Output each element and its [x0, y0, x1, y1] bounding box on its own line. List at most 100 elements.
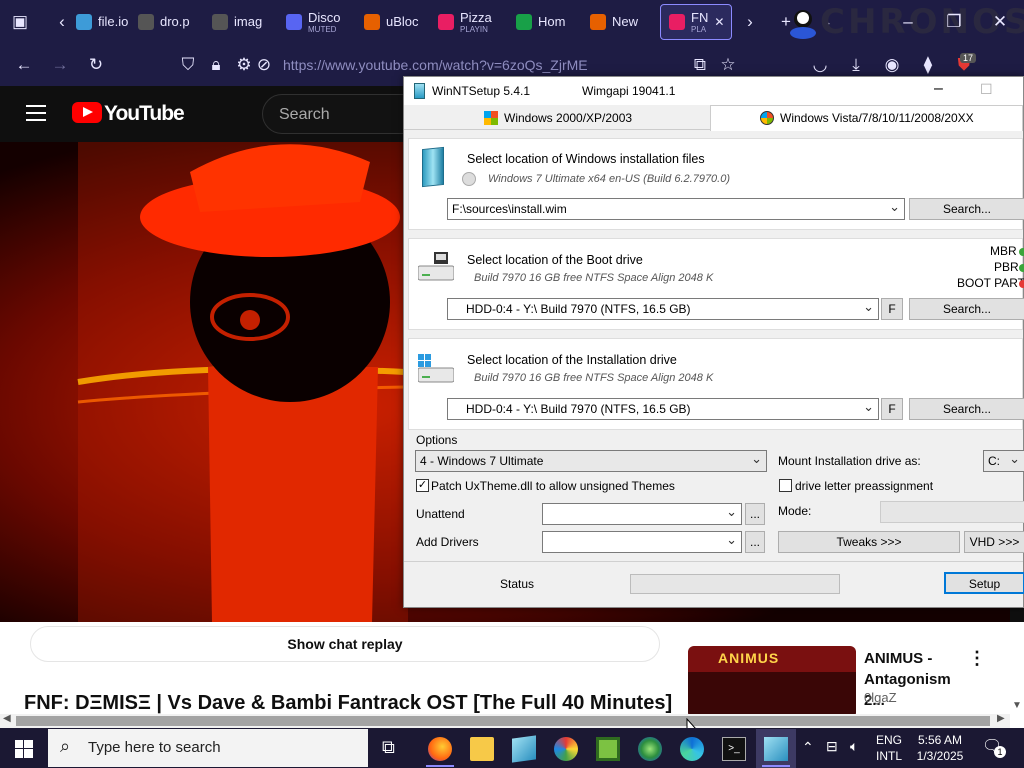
menu-icon[interactable] — [26, 105, 46, 121]
scroll-right-icon[interactable]: ▶ — [997, 713, 1005, 724]
lock-icon[interactable]: 🔒︎ — [206, 55, 226, 75]
install-wim-select[interactable]: F:\sources\install.wim — [447, 198, 905, 220]
tab-windows-2000[interactable]: Windows 2000/XP/2003 — [484, 106, 632, 130]
downloads-icon[interactable]: ⤓ — [846, 55, 866, 75]
browser-tab[interactable]: FN PLA ✕ — [660, 4, 732, 40]
browser-tab[interactable]: uBloc — [364, 4, 432, 40]
drivers-browse-button[interactable]: ... — [745, 531, 765, 553]
unattend-browse-button[interactable]: ... — [745, 503, 765, 525]
browser-tab[interactable]: dro.p — [138, 4, 204, 40]
clock-time[interactable]: 5:56 AM — [908, 733, 972, 747]
scroll-left-icon[interactable]: ◀ — [3, 713, 11, 724]
permissions-icon[interactable]: ⚙ — [234, 55, 254, 75]
drivers-select[interactable] — [542, 531, 742, 553]
search-button-2[interactable]: Search... — [909, 298, 1024, 320]
search-icon: ⌕ — [60, 736, 71, 756]
bookmark-star-icon[interactable]: ☆ — [718, 55, 738, 75]
picture-in-picture-icon[interactable]: ⧉ — [690, 55, 710, 75]
add-drivers-label: Add Drivers — [416, 535, 479, 549]
network-icon[interactable]: ⊟ — [826, 738, 838, 755]
recommended-channel[interactable]: 0lgaZ — [864, 690, 897, 705]
winntsetup-taskbar-icon[interactable] — [512, 735, 536, 763]
paint-icon[interactable] — [554, 737, 578, 761]
pocket-icon[interactable]: ◡ — [810, 55, 830, 75]
taskbar-search-input[interactable]: Type here to search — [48, 729, 368, 767]
lang-eng[interactable]: ENG — [874, 733, 904, 747]
green-app-icon[interactable] — [596, 737, 620, 761]
vhd-button[interactable]: VHD >>> — [964, 531, 1024, 553]
unattend-select[interactable] — [542, 503, 742, 525]
tab-windows-2000-label: Windows 2000/XP/2003 — [504, 111, 633, 125]
tab-favicon-icon — [364, 14, 380, 30]
tab-favicon-icon — [669, 14, 685, 30]
reload-icon[interactable]: ↻ — [86, 55, 106, 75]
browser-tab[interactable]: imag — [212, 4, 280, 40]
minimize-icon[interactable]: – — [898, 12, 918, 32]
search-button-3[interactable]: Search... — [909, 398, 1024, 420]
edge-icon[interactable] — [680, 737, 704, 761]
recommended-thumbnail[interactable]: ANIMUS — [688, 646, 856, 718]
browser-tab[interactable]: New — [590, 4, 650, 40]
scroll-tabs-left-icon[interactable]: ‹ — [52, 12, 72, 32]
mount-label: Mount Installation drive as: — [778, 454, 921, 468]
tab-windows-vista[interactable]: Windows Vista/7/8/10/11/2008/20XX — [760, 106, 974, 130]
terminal-icon[interactable]: >_ — [722, 737, 746, 761]
setup-button[interactable]: Setup — [944, 572, 1024, 594]
clock-date[interactable]: 1/3/2025 — [908, 749, 972, 763]
url-bar[interactable]: https://www.youtube.com/watch?v=6zoQs_Zj… — [283, 57, 588, 73]
video-title: FNF: DΞMISΞ | Vs Dave & Bambi Fantrack O… — [24, 692, 673, 714]
globe-app-icon[interactable] — [638, 737, 662, 761]
youtube-logo-text[interactable]: YouTube — [104, 102, 185, 126]
install-drive-select[interactable]: HDD-0:4 - Y:\ Build 7970 (NTFS, 16.5 GB) — [447, 398, 879, 420]
scroll-tabs-right-icon[interactable]: › — [740, 12, 760, 32]
file-explorer-icon[interactable] — [470, 737, 494, 761]
start-windows-icon[interactable] — [15, 740, 33, 763]
sec3-subtitle: Build 7970 16 GB free NTFS Space Align 2… — [474, 372, 714, 384]
window-minimize-icon[interactable]: – — [934, 80, 943, 98]
mode-select[interactable] — [880, 501, 1024, 523]
account-icon[interactable]: ◉ — [882, 55, 902, 75]
volume-icon[interactable]: 🔈︎ — [850, 738, 858, 755]
boot-drive-select[interactable]: HDD-0:4 - Y:\ Build 7970 (NTFS, 16.5 GB) — [447, 298, 879, 320]
tweaks-button[interactable]: Tweaks >>> — [778, 531, 960, 553]
tab-overview-icon[interactable]: ▣ — [10, 12, 30, 32]
firefox-icon[interactable] — [428, 737, 452, 761]
browser-tab[interactable]: Disco MUTED — [286, 4, 356, 40]
youtube-logo-icon[interactable] — [72, 102, 102, 123]
browser-tab[interactable]: file.io — [76, 4, 130, 40]
winntsetup-active-icon[interactable] — [764, 737, 788, 761]
search-button-1[interactable]: Search... — [909, 198, 1024, 220]
restore-icon[interactable]: ❐ — [944, 12, 964, 32]
options-label: Options — [416, 433, 458, 447]
boot-format-button[interactable]: F — [881, 298, 903, 320]
autoplay-blocked-icon[interactable]: ⊘ — [254, 55, 274, 75]
preassign-checkbox[interactable] — [779, 479, 792, 492]
pbr-label: PBR — [994, 260, 1019, 274]
show-chat-replay-button[interactable]: Show chat replay — [30, 626, 660, 662]
close-icon[interactable]: ✕ — [990, 12, 1010, 32]
wimgapi-version: Wimgapi 19041.1 — [582, 84, 676, 98]
youtube-search-input[interactable]: Search — [262, 94, 412, 134]
extensions-icon[interactable]: ⧫ — [918, 55, 938, 75]
tab-title: Hom — [538, 14, 566, 29]
window-maximize-icon[interactable]: ☐ — [980, 81, 993, 98]
lang-intl[interactable]: INTL — [874, 749, 904, 763]
tray-chevron-icon[interactable]: ⌃ — [802, 739, 814, 756]
tab-close-icon[interactable]: ✕ — [714, 15, 724, 29]
browser-tab[interactable]: Pizza PLAYIN — [438, 4, 508, 40]
back-icon[interactable]: ← — [14, 55, 34, 75]
browser-tab[interactable]: Hom — [516, 4, 584, 40]
progress-bar — [630, 574, 840, 594]
edition-select[interactable]: 4 - Windows 7 Ultimate — [415, 450, 767, 472]
more-options-icon[interactable]: ⋮ — [968, 648, 986, 669]
patch-uxtheme-checkbox[interactable]: ✓ — [416, 479, 429, 492]
tab-title: dro.p — [160, 14, 190, 29]
mount-letter-select[interactable]: C: — [983, 450, 1024, 472]
scroll-down-icon[interactable]: ▼ — [1012, 700, 1022, 711]
forward-icon[interactable]: → — [50, 55, 70, 75]
shield-icon[interactable]: ⛉ — [178, 55, 198, 75]
scrollbar-thumb[interactable] — [16, 716, 990, 726]
task-view-icon[interactable]: ⧉ — [382, 737, 406, 761]
install-format-button[interactable]: F — [881, 398, 903, 420]
avatar — [788, 5, 818, 39]
